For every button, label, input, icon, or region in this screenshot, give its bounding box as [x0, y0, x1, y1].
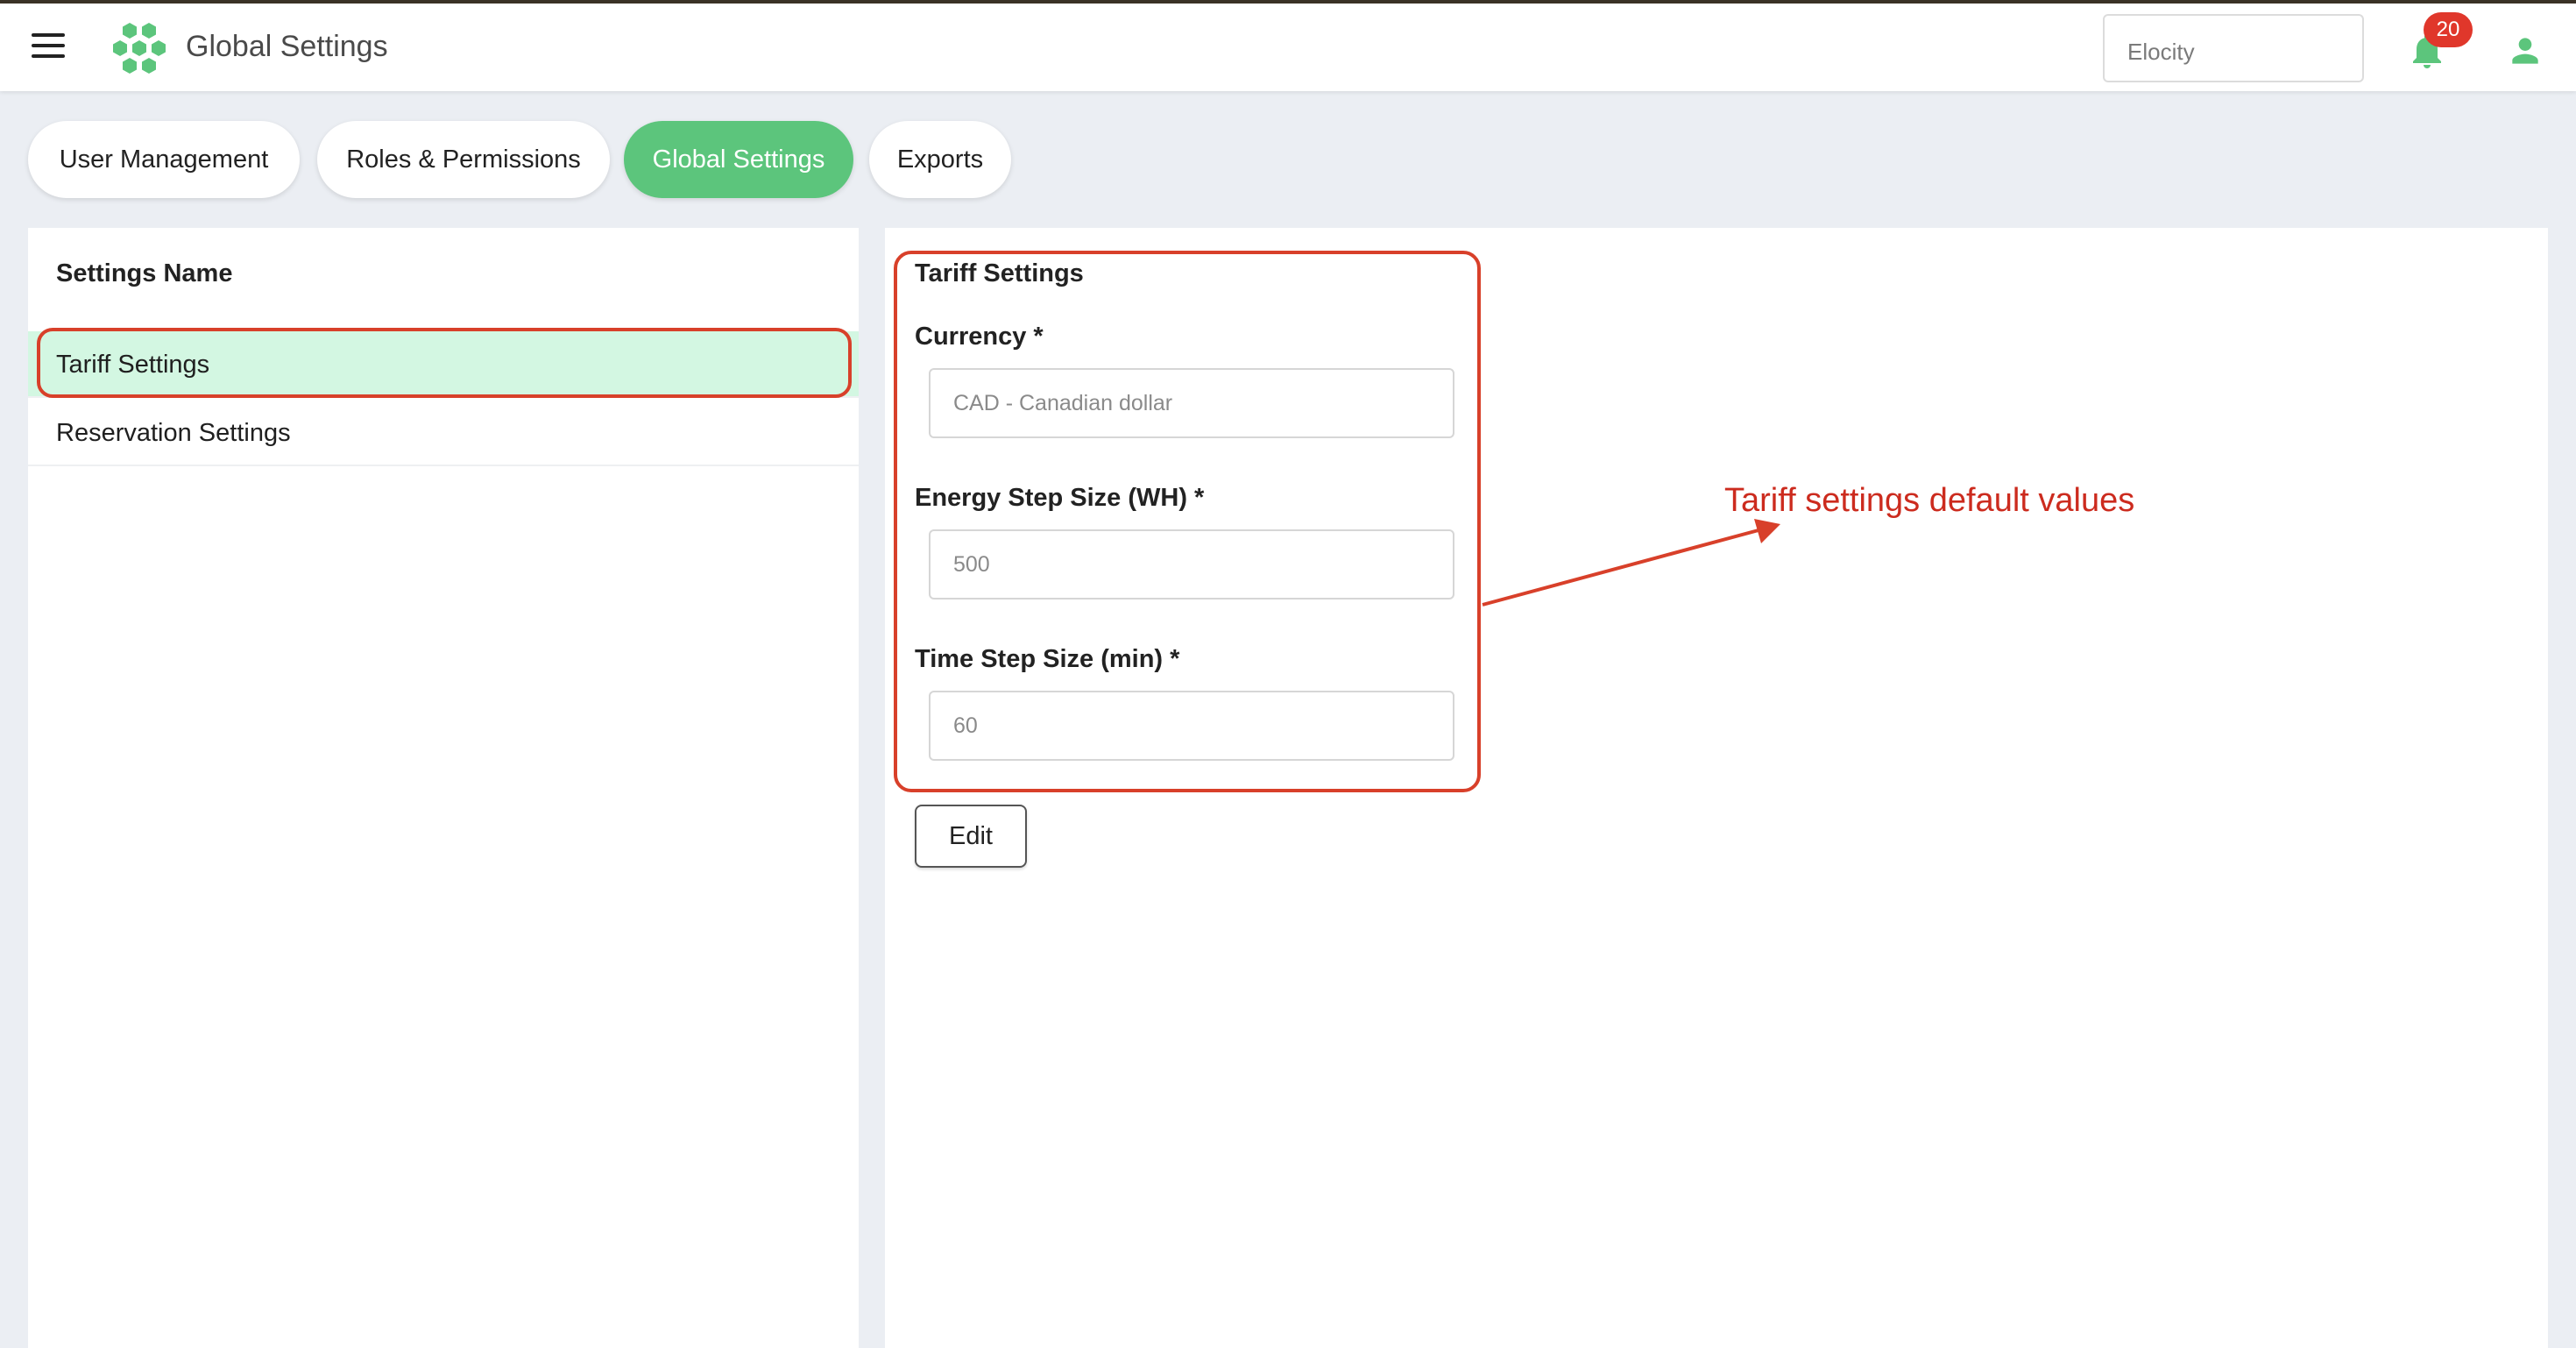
settings-item-reservation[interactable]: Reservation Settings	[28, 400, 859, 466]
menu-icon[interactable]	[32, 33, 67, 68]
annotation-highlight-tariff-item	[37, 328, 852, 398]
tab-user-management[interactable]: User Management	[28, 121, 300, 198]
settings-list-heading: Settings Name	[56, 259, 233, 287]
annotation-highlight-tariff-form	[894, 251, 1481, 792]
app-header: Global Settings Elocity 20	[0, 4, 2576, 91]
tab-exports[interactable]: Exports	[869, 121, 1011, 198]
user-icon[interactable]	[2506, 32, 2544, 70]
tab-roles-permissions[interactable]: Roles & Permissions	[317, 121, 610, 198]
edit-button[interactable]: Edit	[915, 805, 1027, 868]
settings-item-label: Reservation Settings	[56, 419, 291, 447]
notification-badge: 20	[2424, 12, 2473, 47]
annotation-arrow	[1482, 519, 1780, 607]
annotation-text: Tariff settings default values	[1724, 482, 2135, 519]
hexagon-logo-icon	[113, 23, 166, 74]
tab-global-settings[interactable]: Global Settings	[624, 121, 853, 198]
organization-select[interactable]: Elocity	[2103, 14, 2364, 82]
page-title: Global Settings	[186, 30, 388, 63]
